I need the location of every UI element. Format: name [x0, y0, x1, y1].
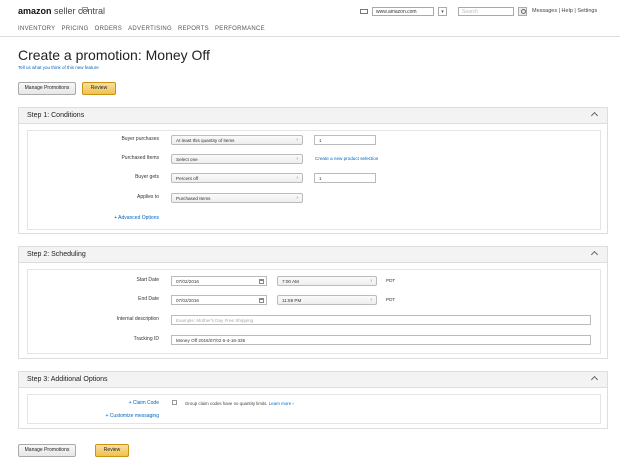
main-nav: INVENTORY PRICING ORDERS ADVERTISING REP… — [18, 26, 265, 32]
chevron-up-icon[interactable] — [590, 375, 599, 384]
step3-title: Step 3: Additional Options — [27, 376, 108, 383]
tracking-id-label: Tracking ID — [133, 336, 159, 342]
step2-panel: Step 2: Scheduling Start Date 07/02/2016… — [18, 246, 608, 359]
top-links[interactable]: Messages | Help | Settings — [532, 8, 597, 14]
step1-panel: Step 1: Conditions Buyer purchases At le… — [18, 107, 608, 234]
buyer-gets-label: Buyer gets — [135, 174, 159, 180]
nav-pricing[interactable]: PRICING — [62, 26, 89, 32]
step2-body: Start Date 07/02/2016 7:00 AM › PDT End D… — [19, 263, 607, 359]
purchased-items-label: Purchased Items — [121, 155, 159, 161]
step1-body: Buyer purchases At least this quantity o… — [19, 124, 607, 234]
search-input[interactable]: Search — [458, 7, 514, 16]
internal-description-label: Internal description — [116, 316, 159, 322]
nav-inventory[interactable]: INVENTORY — [18, 26, 56, 32]
purchased-items-select[interactable]: Select one › — [171, 154, 303, 164]
flag-icon[interactable] — [82, 7, 88, 13]
review-button[interactable]: Review — [95, 444, 129, 457]
start-date-input[interactable]: 07/02/2016 — [171, 276, 267, 286]
step3-body: + Claim Code Group claim codes have no q… — [19, 388, 607, 429]
nav-orders[interactable]: ORDERS — [95, 26, 122, 32]
end-timezone: PDT — [386, 297, 396, 302]
end-date-input[interactable]: 07/02/2016 — [171, 295, 267, 305]
claim-code-link[interactable]: + Claim Code — [39, 400, 159, 406]
top-bar: amazon seller central www.amazon.com ▾ S… — [0, 0, 620, 22]
claim-code-checkbox[interactable] — [172, 400, 177, 405]
start-date-label: Start Date — [136, 277, 159, 283]
customize-messaging-link[interactable]: + Customize messaging — [39, 413, 160, 419]
manage-promotions-button[interactable]: Manage Promotions — [18, 444, 76, 457]
nav-performance[interactable]: PERFORMANCE — [215, 26, 265, 32]
internal-description-input[interactable]: Example: Mother's Day Free Shipping — [171, 315, 591, 325]
step1-header[interactable]: Step 1: Conditions — [19, 108, 607, 124]
amazon-seller-central-logo[interactable]: amazon seller central — [18, 6, 105, 16]
buyer-purchases-label: Buyer purchases — [121, 136, 159, 142]
divider — [0, 36, 620, 37]
step1-title: Step 1: Conditions — [27, 112, 85, 119]
buyer-purchases-quantity-input[interactable]: 1 — [314, 135, 376, 145]
tracking-id-input[interactable]: Money Off 2016/07/02 6-4-16-335 — [171, 335, 591, 345]
chevron-down-icon[interactable]: ▾ — [438, 7, 447, 16]
start-timezone: PDT — [386, 278, 396, 283]
search-icon[interactable] — [518, 7, 527, 16]
marketplace-select[interactable]: www.amazon.com — [372, 7, 434, 16]
applies-to-label: Applies to — [137, 194, 159, 200]
create-product-selection-link[interactable]: Create a new product selection — [315, 156, 378, 161]
end-time-select[interactable]: 11:59 PM › — [277, 295, 377, 305]
step2-title: Step 2: Scheduling — [27, 251, 86, 258]
chevron-up-icon[interactable] — [590, 250, 599, 259]
step3-panel: Step 3: Additional Options + Claim Code … — [18, 371, 608, 429]
buyer-gets-select[interactable]: Percent off › — [171, 173, 303, 183]
calendar-icon[interactable] — [259, 279, 264, 284]
review-button[interactable]: Review — [82, 82, 116, 95]
page-title: Create a promotion: Money Off — [18, 47, 210, 63]
mail-icon[interactable] — [360, 9, 368, 14]
claim-code-note: Group claim codes have no quantity limit… — [185, 401, 294, 406]
advanced-options-link[interactable]: + Advanced Options — [39, 215, 159, 221]
nav-advertising[interactable]: ADVERTISING — [128, 26, 172, 32]
manage-promotions-button[interactable]: Manage Promotions — [18, 82, 76, 95]
nav-reports[interactable]: REPORTS — [178, 26, 209, 32]
start-time-select[interactable]: 7:00 AM › — [277, 276, 377, 286]
step2-header[interactable]: Step 2: Scheduling — [19, 247, 607, 263]
calendar-icon[interactable] — [259, 298, 264, 303]
step3-header[interactable]: Step 3: Additional Options — [19, 372, 607, 388]
feedback-link[interactable]: Tell us what you think of this new featu… — [18, 65, 99, 70]
buyer-gets-amount-input[interactable]: 1 — [314, 173, 376, 183]
end-date-label: End Date — [138, 296, 159, 302]
step3-form — [27, 394, 601, 424]
applies-to-select[interactable]: Purchased Items › — [171, 193, 303, 203]
buyer-purchases-select[interactable]: At least this quantity of items › — [171, 135, 303, 145]
learn-more-link[interactable]: Learn more — [269, 401, 291, 406]
chevron-up-icon[interactable] — [590, 111, 599, 120]
